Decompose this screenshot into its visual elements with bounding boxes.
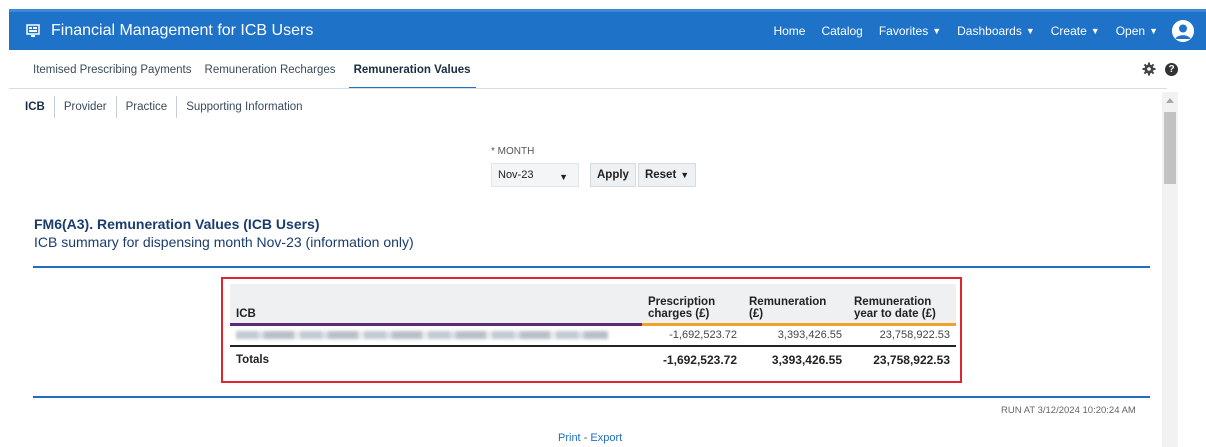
nav-open[interactable]: Open ▼ <box>1116 24 1158 38</box>
remuneration-ytd-cell: 23,758,922.53 <box>848 324 956 347</box>
print-link[interactable]: Print <box>558 432 581 444</box>
icb-name-cell <box>230 324 642 347</box>
nav-catalog-label: Catalog <box>821 24 863 38</box>
month-label: * MONTH <box>491 146 535 157</box>
column-header-remuneration[interactable]: Remuneration (£) <box>743 284 848 326</box>
redacted-icb-name <box>236 331 608 340</box>
tab-remuneration-recharges[interactable]: Remuneration Recharges <box>205 57 336 89</box>
caret-down-icon: ▼ <box>680 170 690 180</box>
caret-down-icon: ▼ <box>1025 26 1035 36</box>
reset-button-label: Reset <box>644 169 677 181</box>
app-title: Financial Management for ICB Users <box>51 22 314 39</box>
caret-down-icon: ▼ <box>1149 26 1158 36</box>
month-select-value: Nov-23 <box>498 169 534 181</box>
total-prescription-charges: -1,692,523.72 <box>642 345 743 372</box>
app-icon <box>26 24 40 38</box>
tab-remuneration-values[interactable]: Remuneration Values <box>348 57 476 89</box>
page-tools: ? <box>1142 62 1178 76</box>
nav-dashboards[interactable]: Dashboards ▼ <box>957 24 1035 38</box>
remuneration-table: ICB Prescription charges (£) Remuneratio… <box>230 284 956 372</box>
report-links: Print - Export <box>558 432 622 444</box>
totals-row: Totals -1,692,523.72 3,393,426.55 23,758… <box>230 345 956 372</box>
user-avatar-icon[interactable] <box>1172 20 1194 42</box>
report-divider-bottom <box>33 396 1150 398</box>
sub-tabs: ICB Provider Practice Supporting Informa… <box>25 96 312 118</box>
apply-button[interactable]: Apply <box>590 163 636 187</box>
caret-down-icon: ▼ <box>932 26 942 36</box>
caret-down-icon: ▼ <box>559 172 568 182</box>
nav-catalog[interactable]: Catalog <box>821 24 862 38</box>
total-remuneration-ytd: 23,758,922.53 <box>848 345 956 372</box>
vertical-scrollbar[interactable] <box>1162 92 1178 447</box>
link-separator: - <box>583 432 588 444</box>
column-header-icb[interactable]: ICB <box>230 284 642 326</box>
apply-button-label: Apply <box>597 169 629 181</box>
nav-favorites-label: Favorites <box>878 24 929 38</box>
column-header-prescription-charges[interactable]: Prescription charges (£) <box>642 284 743 326</box>
column-header-remuneration-ytd[interactable]: Remuneration year to date (£) <box>848 284 956 326</box>
month-prompt: * MONTH Nov-23 ▼ Apply Reset ▼ <box>491 146 697 187</box>
report-tabs: Itemised Prescribing Payments Remunerati… <box>33 57 489 89</box>
subtab-practice[interactable]: Practice <box>115 96 177 118</box>
run-at-timestamp: RUN AT 3/12/2024 10:20:24 AM <box>1001 405 1136 416</box>
top-bar: Financial Management for ICB Users Home … <box>9 9 1206 50</box>
scroll-up-icon[interactable] <box>1166 98 1174 103</box>
subtab-supporting-information[interactable]: Supporting Information <box>176 96 311 118</box>
total-remuneration: 3,393,426.55 <box>743 345 848 372</box>
report-divider-top <box>33 266 1150 268</box>
tab-itemised-prescribing-payments[interactable]: Itemised Prescribing Payments <box>33 57 192 89</box>
prompt-row: Nov-23 ▼ Apply Reset ▼ <box>491 163 697 187</box>
report-subtitle: ICB summary for dispensing month Nov-23 … <box>34 234 414 250</box>
nav-create-label: Create <box>1050 24 1087 38</box>
reset-button[interactable]: Reset ▼ <box>637 163 697 187</box>
help-icon[interactable]: ? <box>1165 62 1178 76</box>
nav-open-label: Open <box>1115 24 1146 38</box>
subtab-provider[interactable]: Provider <box>53 96 116 118</box>
prescription-charges-cell: -1,692,523.72 <box>642 324 743 347</box>
table-header-row: ICB Prescription charges (£) Remuneratio… <box>230 284 956 326</box>
table-row: -1,692,523.72 3,393,426.55 23,758,922.53 <box>230 324 956 347</box>
remuneration-cell: 3,393,426.55 <box>743 324 848 347</box>
nav-dashboards-label: Dashboards <box>957 24 1022 38</box>
nav-home-label: Home <box>773 24 806 38</box>
gear-icon[interactable] <box>1142 62 1156 76</box>
export-link[interactable]: Export <box>590 432 622 444</box>
nav-create[interactable]: Create ▼ <box>1051 24 1100 38</box>
header-nav: Home Catalog Favorites ▼ Dashboards ▼ Crea… <box>757 12 1206 50</box>
subtab-icb[interactable]: ICB <box>25 96 54 118</box>
totals-label: Totals <box>230 345 642 372</box>
month-select[interactable]: Nov-23 ▼ <box>491 163 579 187</box>
caret-down-icon: ▼ <box>1090 26 1100 36</box>
tabs-divider <box>9 88 1167 89</box>
nav-home[interactable]: Home <box>773 24 805 38</box>
report-title: FM6(A3). Remuneration Values (ICB Users) <box>34 216 320 232</box>
scroll-thumb[interactable] <box>1164 112 1176 184</box>
highlight-box: ICB Prescription charges (£) Remuneratio… <box>221 277 962 383</box>
nav-favorites[interactable]: Favorites ▼ <box>879 24 941 38</box>
